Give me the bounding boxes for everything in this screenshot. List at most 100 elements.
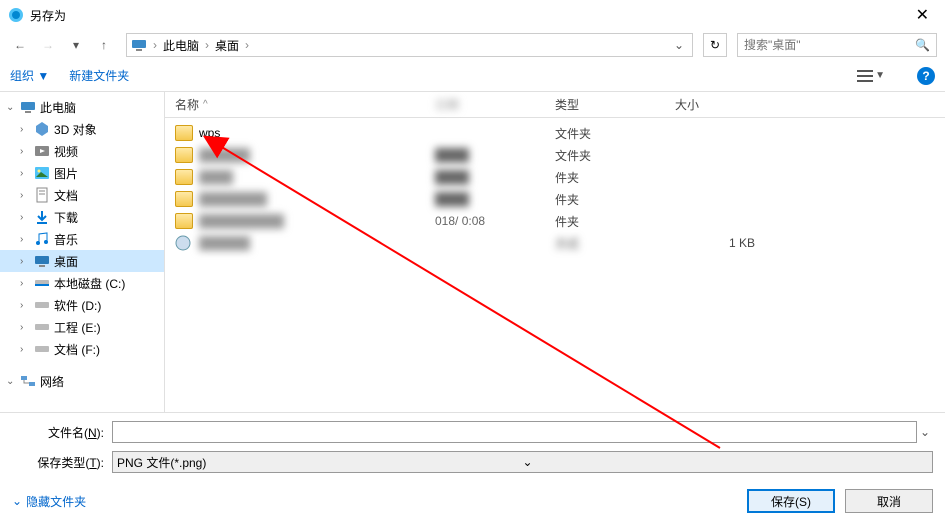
sidebar-item-disk-e[interactable]: ›工程 (E:) xyxy=(0,316,164,338)
shortcut-icon xyxy=(175,235,193,251)
help-icon[interactable]: ? xyxy=(917,67,935,85)
video-icon xyxy=(34,143,50,159)
back-button[interactable]: ← xyxy=(8,33,32,57)
file-type: 件夹 xyxy=(555,213,675,230)
sidebar-item-label: 音乐 xyxy=(54,231,78,248)
pc-icon xyxy=(20,99,36,115)
file-row[interactable]: ████████ ████ 件夹 xyxy=(175,188,935,210)
sidebar-item-label: 3D 对象 xyxy=(54,121,97,138)
folder-icon xyxy=(175,125,193,141)
bottom-area: 文件名(N): ⌄ 保存类型(T): PNG 文件(*.png) ⌄ ⌄隐藏文件… xyxy=(0,412,945,525)
folder-icon xyxy=(175,213,193,229)
file-name: ████████ xyxy=(199,192,435,206)
music-icon xyxy=(34,231,50,247)
chevron-down-icon: ⌄ xyxy=(12,494,22,508)
filename-input[interactable] xyxy=(112,421,917,443)
file-date: ████ xyxy=(435,170,555,184)
picture-icon xyxy=(34,165,50,181)
chevron-right-icon: › xyxy=(20,168,30,179)
disk-icon xyxy=(34,297,50,313)
file-name: wps xyxy=(199,126,435,140)
filename-label: 文件名(N): xyxy=(12,424,112,441)
sidebar-item-music[interactable]: ›音乐 xyxy=(0,228,164,250)
body-area: ⌄ 此电脑 ›3D 对象 ›视频 ›图片 ›文档 ›下载 ›音乐 ›桌面 ›本地… xyxy=(0,92,945,412)
sidebar-item-desktop[interactable]: ›桌面 xyxy=(0,250,164,272)
sidebar-item-downloads[interactable]: ›下载 xyxy=(0,206,164,228)
search-input[interactable] xyxy=(744,38,915,52)
cancel-button[interactable]: 取消 xyxy=(845,489,933,513)
sidebar-network[interactable]: ⌄网络 xyxy=(0,370,164,392)
download-icon xyxy=(34,209,50,225)
column-size[interactable]: 大小 xyxy=(675,96,755,113)
chevron-right-icon: › xyxy=(20,300,30,311)
sidebar-item-label: 网络 xyxy=(40,373,64,390)
file-name: ██████████ xyxy=(199,214,435,228)
file-row[interactable]: ████ ████ 件夹 xyxy=(175,166,935,188)
sidebar-item-documents[interactable]: ›文档 xyxy=(0,184,164,206)
sort-indicator: ^ xyxy=(203,99,208,110)
sidebar-item-disk-d[interactable]: ›软件 (D:) xyxy=(0,294,164,316)
filetype-row: 保存类型(T): PNG 文件(*.png) ⌄ xyxy=(12,451,933,473)
new-folder-button[interactable]: 新建文件夹 xyxy=(69,67,129,84)
search-icon[interactable]: 🔍 xyxy=(915,38,930,52)
chevron-right-icon: › xyxy=(243,38,251,52)
file-row[interactable]: wps 文件夹 xyxy=(175,122,935,144)
file-type: 件夹 xyxy=(555,169,675,186)
sidebar-item-disk-c[interactable]: › 本地磁盘 (C:) xyxy=(0,272,164,294)
sidebar-this-pc[interactable]: ⌄ 此电脑 xyxy=(0,96,164,118)
organize-button[interactable]: 组织 ▼ xyxy=(10,67,49,84)
folder-icon xyxy=(175,169,193,185)
crumb-pc[interactable]: 此电脑 xyxy=(161,37,201,54)
file-date: ████ xyxy=(435,148,555,162)
breadcrumb[interactable]: › 此电脑 › 桌面 › xyxy=(151,37,251,54)
column-type[interactable]: 类型 xyxy=(555,96,675,113)
sidebar-item-disk-f[interactable]: ›文档 (F:) xyxy=(0,338,164,360)
view-options[interactable]: ▼ xyxy=(857,69,885,83)
file-row[interactable]: ██████████ 018/ 0:08 件夹 xyxy=(175,210,935,232)
column-date[interactable]: 日期 xyxy=(435,96,555,113)
filetype-select[interactable]: PNG 文件(*.png) ⌄ xyxy=(112,451,933,473)
recent-dropdown[interactable]: ▾ xyxy=(64,33,88,57)
refresh-button[interactable]: ↻ xyxy=(703,33,727,57)
file-date: ████ xyxy=(435,192,555,206)
sidebar-item-label: 桌面 xyxy=(54,253,78,270)
close-button[interactable]: ✕ xyxy=(908,5,937,25)
file-list: wps 文件夹 ██████ ████ 文件夹 ████ ████ 件夹 xyxy=(165,118,945,412)
file-type: 文件夹 xyxy=(555,147,675,164)
navbar: ← → ▾ ↑ › 此电脑 › 桌面 › ⌄ ↻ 🔍 xyxy=(0,30,945,60)
file-row[interactable]: ██████ ████ 文件夹 xyxy=(175,144,935,166)
sidebar-item-pictures[interactable]: › 图片 xyxy=(0,162,164,184)
hide-folders-link[interactable]: ⌄隐藏文件夹 xyxy=(12,493,86,510)
crumb-desktop[interactable]: 桌面 xyxy=(213,37,241,54)
chevron-right-icon: › xyxy=(151,38,159,52)
folder-icon xyxy=(175,147,193,163)
sidebar-item-label: 文档 xyxy=(54,187,78,204)
sidebar-item-label: 本地磁盘 (C:) xyxy=(54,275,125,292)
up-button[interactable]: ↑ xyxy=(92,33,116,57)
column-name[interactable]: 名称^ xyxy=(175,96,435,113)
search-box[interactable]: 🔍 xyxy=(737,33,937,57)
sidebar-item-label: 图片 xyxy=(54,165,78,182)
file-date: 018/ 0:08 xyxy=(435,214,555,228)
address-dropdown[interactable]: ⌄ xyxy=(670,38,688,52)
file-name: ████ xyxy=(199,170,435,184)
sidebar: ⌄ 此电脑 ›3D 对象 ›视频 ›图片 ›文档 ›下载 ›音乐 ›桌面 ›本地… xyxy=(0,92,165,412)
sidebar-item-video[interactable]: ›视频 xyxy=(0,140,164,162)
file-size: 1 KB xyxy=(675,236,755,250)
file-name: ██████ xyxy=(199,148,435,162)
app-icon xyxy=(8,7,24,23)
address-bar[interactable]: › 此电脑 › 桌面 › ⌄ xyxy=(126,33,693,57)
sidebar-item-label: 下载 xyxy=(54,209,78,226)
save-button[interactable]: 保存(S) xyxy=(747,489,835,513)
sidebar-item-3d[interactable]: ›3D 对象 xyxy=(0,118,164,140)
filetype-label: 保存类型(T): xyxy=(12,454,112,471)
chevron-down-icon: ⌄ xyxy=(523,455,929,469)
filetype-value: PNG 文件(*.png) xyxy=(117,454,523,471)
file-type: 件夹 xyxy=(555,191,675,208)
file-row[interactable]: ██████ 方式 1 KB xyxy=(175,232,935,254)
filename-row: 文件名(N): ⌄ xyxy=(12,421,933,443)
disk-icon xyxy=(34,341,50,357)
chevron-right-icon: › xyxy=(20,278,30,289)
sidebar-item-label: 工程 (E:) xyxy=(54,319,101,336)
forward-button[interactable]: → xyxy=(36,33,60,57)
